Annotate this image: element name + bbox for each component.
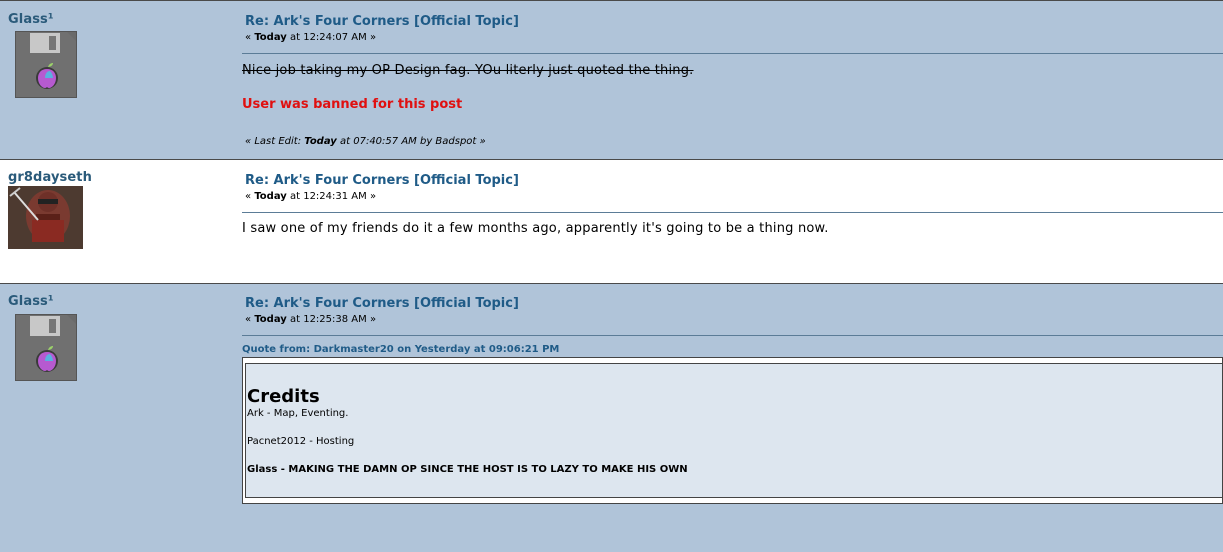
- last-edit-day: Today: [304, 136, 337, 147]
- date-suffix: »: [369, 191, 377, 202]
- quote-line: Pacnet2012 - Hosting: [247, 436, 355, 447]
- character-with-pickaxe-icon: [8, 186, 83, 249]
- date-day: Today: [254, 191, 287, 202]
- poster-name[interactable]: Glass¹: [8, 12, 54, 27]
- post-body: Nice job taking my OP Design fag. YOu li…: [242, 63, 694, 78]
- quote-block: Credits Ark - Map, Eventing. Pacnet2012 …: [242, 357, 1223, 504]
- post-date: « Today at 12:24:31 AM »: [245, 191, 376, 202]
- date-time: at 12:25:38 AM: [289, 314, 367, 325]
- post: gr8dayseth Re: Ark's Four Corners [Offic…: [0, 159, 1223, 284]
- quote-title: Credits: [247, 386, 320, 407]
- floppy-disk-apple-icon: [15, 314, 77, 381]
- date-time: at 12:24:07 AM: [289, 32, 367, 43]
- last-edit-prefix: « Last Edit:: [245, 136, 302, 147]
- post-date: « Today at 12:24:07 AM »: [245, 32, 376, 43]
- quote-header-link[interactable]: Quote from: Darkmaster20 on Yesterday at…: [242, 344, 559, 355]
- post-subject-link[interactable]: Re: Ark's Four Corners [Official Topic]: [245, 296, 519, 311]
- divider: [242, 335, 1223, 336]
- date-suffix: »: [369, 314, 377, 325]
- post: Glass¹ Re: Ark's Four Corners [Official …: [0, 0, 1223, 160]
- date-day: Today: [254, 314, 287, 325]
- post-date: « Today at 12:25:38 AM »: [245, 314, 376, 325]
- date-time: at 12:24:31 AM: [289, 191, 367, 202]
- quote-line: Glass - MAKING THE DAMN OP SINCE THE HOS…: [247, 464, 688, 475]
- post-subject-link[interactable]: Re: Ark's Four Corners [Official Topic]: [245, 14, 519, 29]
- post-subject-link[interactable]: Re: Ark's Four Corners [Official Topic]: [245, 173, 519, 188]
- poster-name[interactable]: gr8dayseth: [8, 170, 92, 185]
- poster-name[interactable]: Glass¹: [8, 294, 54, 309]
- quote-line: Ark - Map, Eventing.: [247, 408, 349, 419]
- post: Glass¹ Re: Ark's Four Corners [Official …: [0, 283, 1223, 552]
- date-suffix: »: [369, 32, 377, 43]
- last-edit-info: « Last Edit: Today at 07:40:57 AM by Bad…: [245, 136, 486, 147]
- date-day: Today: [254, 32, 287, 43]
- banned-notice: User was banned for this post: [242, 97, 463, 112]
- floppy-disk-apple-icon: [15, 31, 77, 98]
- quote-content: Credits Ark - Map, Eventing. Pacnet2012 …: [245, 363, 1222, 498]
- date-prefix: «: [245, 314, 252, 325]
- date-prefix: «: [245, 32, 252, 43]
- divider: [242, 212, 1223, 213]
- post-body: I saw one of my friends do it a few mont…: [242, 221, 829, 236]
- date-prefix: «: [245, 191, 252, 202]
- last-edit-rest: at 07:40:57 AM by Badspot »: [340, 136, 486, 147]
- divider: [242, 53, 1223, 54]
